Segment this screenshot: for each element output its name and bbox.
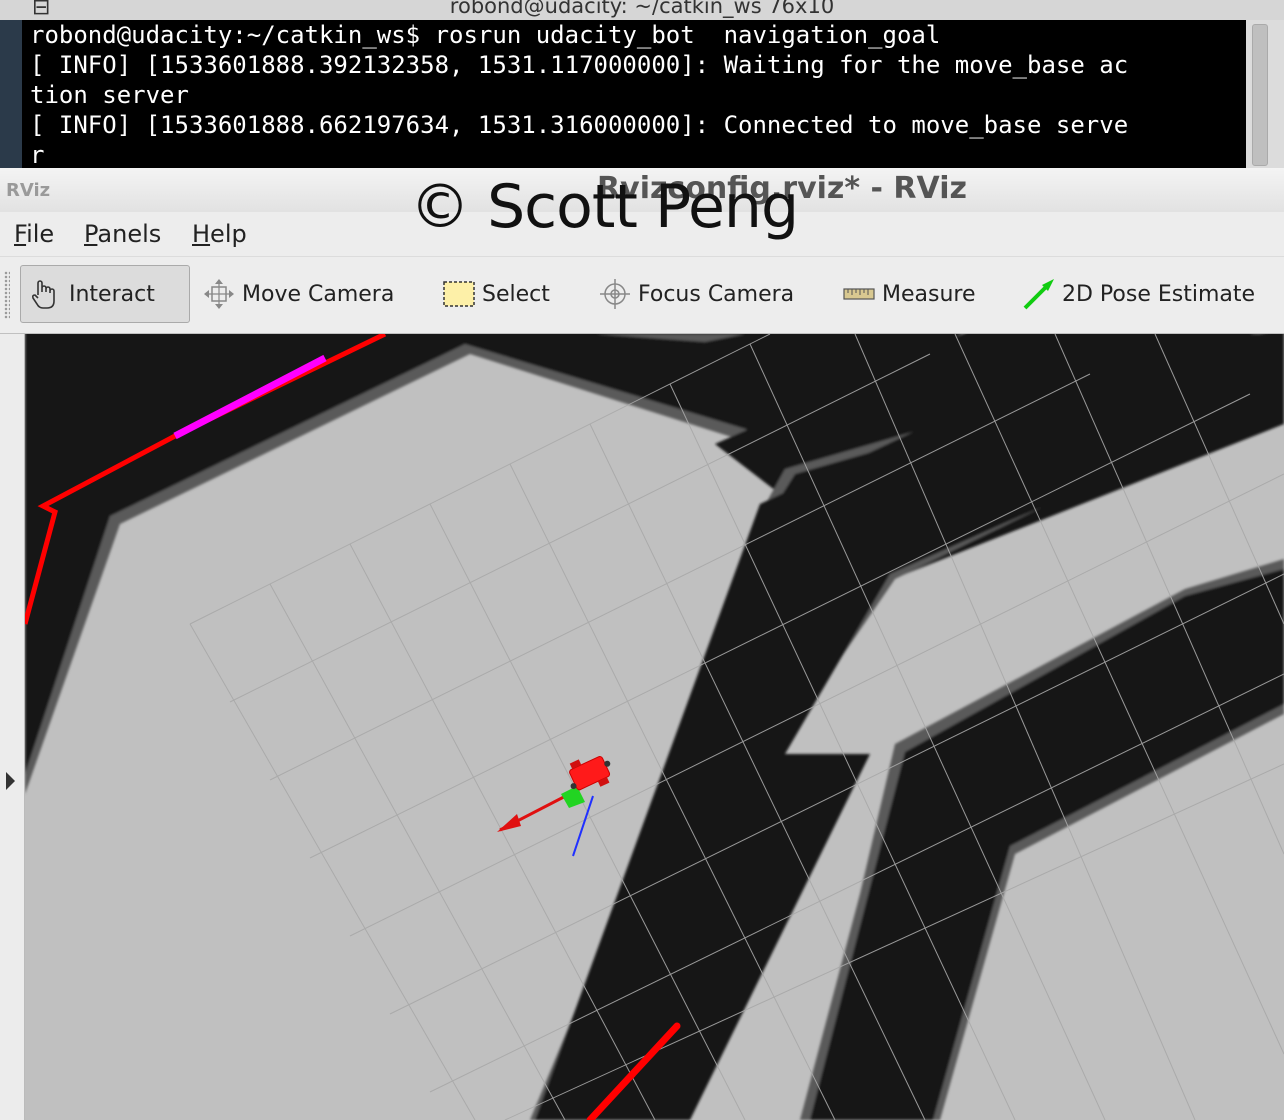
- move-camera-tool-button[interactable]: Move Camera: [202, 265, 394, 323]
- terminal-line: [ INFO] [1533601888.662197634, 1531.3160…: [30, 111, 1129, 139]
- terminal-line: tion server: [30, 81, 189, 109]
- terminal-line: r: [30, 141, 45, 168]
- green-arrow-icon: [1022, 277, 1056, 311]
- hand-pointer-icon: [29, 277, 63, 311]
- terminal-scrollbar[interactable]: [1246, 20, 1284, 168]
- move-camera-tool-label: Move Camera: [242, 281, 395, 307]
- terminal-titlebar[interactable]: ⊟ robond@udacity: ~/catkin_ws 76x10: [0, 0, 1284, 21]
- select-tool-label: Select: [482, 281, 550, 307]
- terminal-output[interactable]: robond@udacity:~/catkin_ws$ rosrun udaci…: [22, 20, 1246, 168]
- terminal-line: [ INFO] [1533601888.392132358, 1531.1170…: [30, 51, 1129, 79]
- rviz-window: RViz Rvizconfig.rviz* - RViz File Panels…: [0, 168, 1284, 1120]
- desktop-background: [0, 20, 22, 168]
- interact-tool-button[interactable]: Interact: [20, 265, 190, 323]
- menu-panels[interactable]: Panels: [84, 220, 161, 248]
- measure-tool-button[interactable]: Measure: [842, 265, 976, 323]
- ruler-icon: [842, 277, 876, 311]
- focus-camera-icon: [598, 277, 632, 311]
- select-tool-button[interactable]: Select: [442, 265, 550, 323]
- select-box-icon: [442, 277, 476, 311]
- pose-estimate-tool-button[interactable]: 2D Pose Estimate: [1022, 265, 1255, 323]
- move-camera-icon: [202, 277, 236, 311]
- map-render[interactable]: [25, 334, 1284, 1120]
- watermark-text: © Scott Peng: [410, 172, 799, 242]
- terminal-window: ⊟ robond@udacity: ~/catkin_ws 76x10 robo…: [0, 0, 1284, 168]
- measure-tool-label: Measure: [882, 281, 976, 307]
- pose-estimate-tool-label: 2D Pose Estimate: [1062, 281, 1256, 307]
- focus-camera-tool-button[interactable]: Focus Camera: [598, 265, 794, 323]
- tools-toolbar: Interact Move Camera Select Focus Camera: [0, 256, 1284, 334]
- expand-panel-arrow-icon[interactable]: [6, 772, 15, 790]
- 3d-view[interactable]: [25, 334, 1284, 1120]
- menu-file[interactable]: File: [14, 220, 54, 248]
- terminal-line: robond@udacity:~/catkin_ws$ rosrun udaci…: [30, 21, 941, 49]
- interact-tool-label: Interact: [69, 281, 155, 307]
- collapsed-panel-strip[interactable]: [0, 334, 25, 1120]
- focus-camera-tool-label: Focus Camera: [638, 281, 795, 307]
- toolbar-grip-handle[interactable]: [4, 271, 10, 319]
- menu-help[interactable]: Help: [192, 220, 247, 248]
- terminal-title: robond@udacity: ~/catkin_ws 76x10: [449, 0, 835, 18]
- terminal-scrollbar-thumb[interactable]: [1252, 24, 1268, 166]
